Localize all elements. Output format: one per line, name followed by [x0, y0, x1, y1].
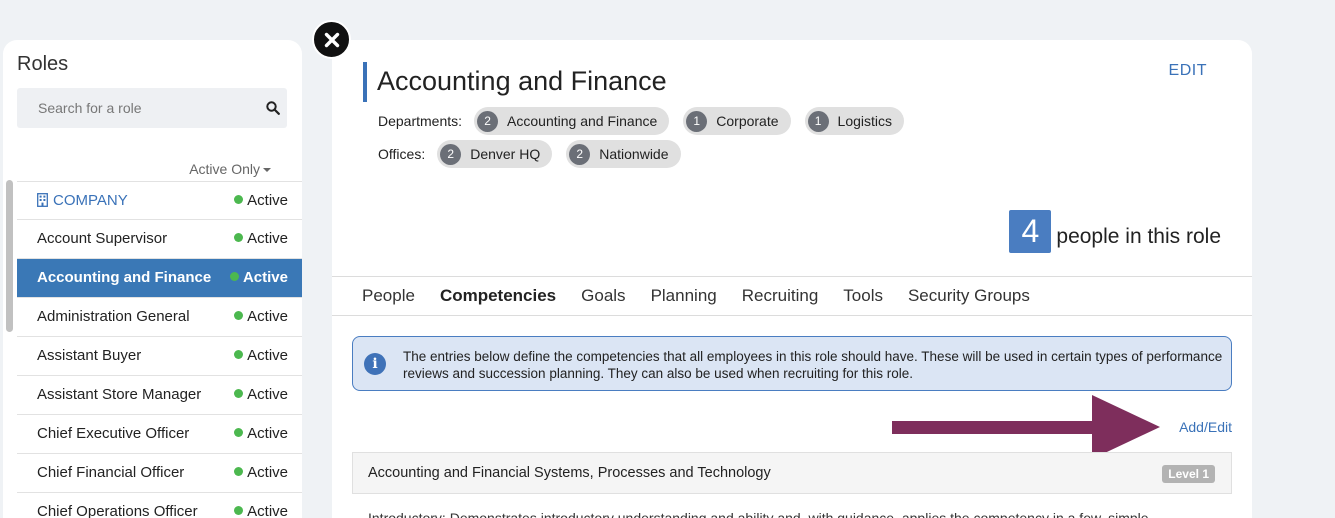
chip-label: Denver HQ [470, 146, 541, 162]
chip-count: 2 [569, 143, 591, 165]
departments-label: Departments: [378, 113, 463, 129]
role-tabs: People Competencies Goals Planning Recru… [332, 276, 1252, 316]
close-button[interactable] [312, 20, 351, 59]
office-chip[interactable]: 2 Denver HQ [437, 140, 553, 168]
status-dot [234, 233, 244, 242]
close-icon [324, 32, 339, 47]
chip-label: Corporate [716, 113, 779, 129]
role-item[interactable]: Assistant Buyer Active [17, 337, 302, 376]
info-icon: i [364, 353, 386, 375]
search-icon [266, 101, 280, 115]
role-item[interactable]: Chief Operations Officer Active [17, 493, 302, 518]
office-chip[interactable]: 2 Nationwide [566, 140, 681, 168]
search-box [17, 88, 287, 128]
tab-people[interactable]: People [362, 277, 415, 315]
role-name: Accounting and Finance [37, 269, 212, 286]
departments-row: Departments: 2 Accounting and Finance 1 Co… [378, 107, 918, 135]
tab-competencies[interactable]: Competencies [440, 277, 556, 315]
role-status: Active [234, 192, 288, 209]
chip-count: 1 [686, 110, 708, 132]
arrow-annotation [892, 395, 1160, 459]
role-status: Active [234, 230, 288, 247]
competency-row[interactable]: Accounting and Financial Systems, Proces… [352, 452, 1232, 494]
active-filter-label: Active Only [189, 161, 260, 177]
status-dot [234, 467, 244, 476]
role-name: Assistant Store Manager [37, 386, 202, 403]
tab-tools[interactable]: Tools [843, 277, 883, 315]
role-item[interactable]: Chief Financial Officer Active [17, 454, 302, 493]
search-button[interactable] [259, 88, 287, 128]
chip-label: Nationwide [599, 146, 669, 162]
roles-sidebar: Roles Active Only COMPANY Active Account… [3, 40, 302, 518]
role-name: Account Supervisor [37, 230, 168, 247]
chip-count: 2 [440, 143, 462, 165]
role-name: Chief Financial Officer [37, 464, 185, 481]
status-dot [234, 350, 244, 359]
status-dot [229, 272, 239, 281]
title-accent-bar [363, 62, 367, 102]
role-status: Active [234, 386, 288, 403]
status-dot [234, 506, 244, 515]
role-status: Active [234, 308, 288, 325]
competency-name: Accounting and Financial Systems, Proces… [368, 465, 771, 481]
tab-goals[interactable]: Goals [581, 277, 625, 315]
tab-planning[interactable]: Planning [651, 277, 717, 315]
role-status: Active [234, 347, 288, 364]
status-dot [234, 311, 244, 320]
chip-label: Accounting and Finance [507, 113, 658, 129]
status-dot [234, 389, 244, 398]
role-name: Chief Operations Officer [37, 503, 198, 518]
tab-security-groups[interactable]: Security Groups [908, 277, 1030, 315]
role-item-selected[interactable]: Accounting and Finance Active [17, 259, 302, 298]
role-name: Assistant Buyer [37, 347, 142, 364]
role-item[interactable]: Assistant Store Manager Active [17, 376, 302, 415]
info-alert: i The entries below define the competenc… [352, 336, 1232, 391]
role-status: Active [234, 503, 288, 518]
role-list: COMPANY Active Account Supervisor Active… [17, 181, 302, 518]
department-chip[interactable]: 1 Logistics [804, 107, 904, 135]
people-count-text: people in this role [1056, 225, 1221, 248]
sidebar-scrollbar[interactable] [6, 180, 13, 332]
status-dot [234, 195, 244, 204]
sidebar-title: Roles [17, 53, 69, 75]
tab-recruiting[interactable]: Recruiting [742, 277, 819, 315]
add-edit-link[interactable]: Add/Edit [1179, 419, 1232, 435]
chevron-down-icon [263, 168, 271, 173]
offices-row: Offices: 2 Denver HQ 2 Nationwide [378, 140, 695, 168]
status-dot [234, 428, 244, 437]
competency-description: Introductory: Demonstrates introductory … [368, 510, 1149, 518]
role-name: Administration General [37, 308, 190, 325]
active-filter-dropdown[interactable]: Active Only [189, 161, 271, 177]
chip-count: 1 [807, 110, 829, 132]
role-item[interactable]: Administration General Active [17, 298, 302, 337]
role-status: Active [234, 425, 288, 442]
building-icon [37, 193, 48, 207]
people-count: 4 people in this role [1009, 210, 1221, 253]
chip-label: Logistics [837, 113, 892, 129]
page-title: Accounting and Finance [377, 66, 667, 96]
role-item[interactable]: Chief Executive Officer Active [17, 415, 302, 454]
department-chip[interactable]: 2 Accounting and Finance [474, 107, 670, 135]
role-item[interactable]: Account Supervisor Active [17, 220, 302, 259]
role-status: Active [229, 269, 288, 286]
chip-count: 2 [477, 110, 499, 132]
search-input[interactable] [17, 88, 257, 128]
level-badge: Level 1 [1162, 465, 1215, 483]
role-item-company[interactable]: COMPANY Active [17, 181, 302, 220]
info-text: The entries below define the competencie… [403, 349, 1223, 381]
department-chip[interactable]: 1 Corporate [683, 107, 791, 135]
people-count-badge[interactable]: 4 [1009, 210, 1052, 253]
role-detail-panel: Accounting and Finance EDIT Departments:… [332, 40, 1252, 518]
role-status: Active [234, 464, 288, 481]
role-name: Chief Executive Officer [37, 425, 190, 442]
offices-label: Offices: [378, 146, 426, 162]
edit-button[interactable]: EDIT [1169, 62, 1207, 80]
role-name: COMPANY [37, 192, 128, 209]
